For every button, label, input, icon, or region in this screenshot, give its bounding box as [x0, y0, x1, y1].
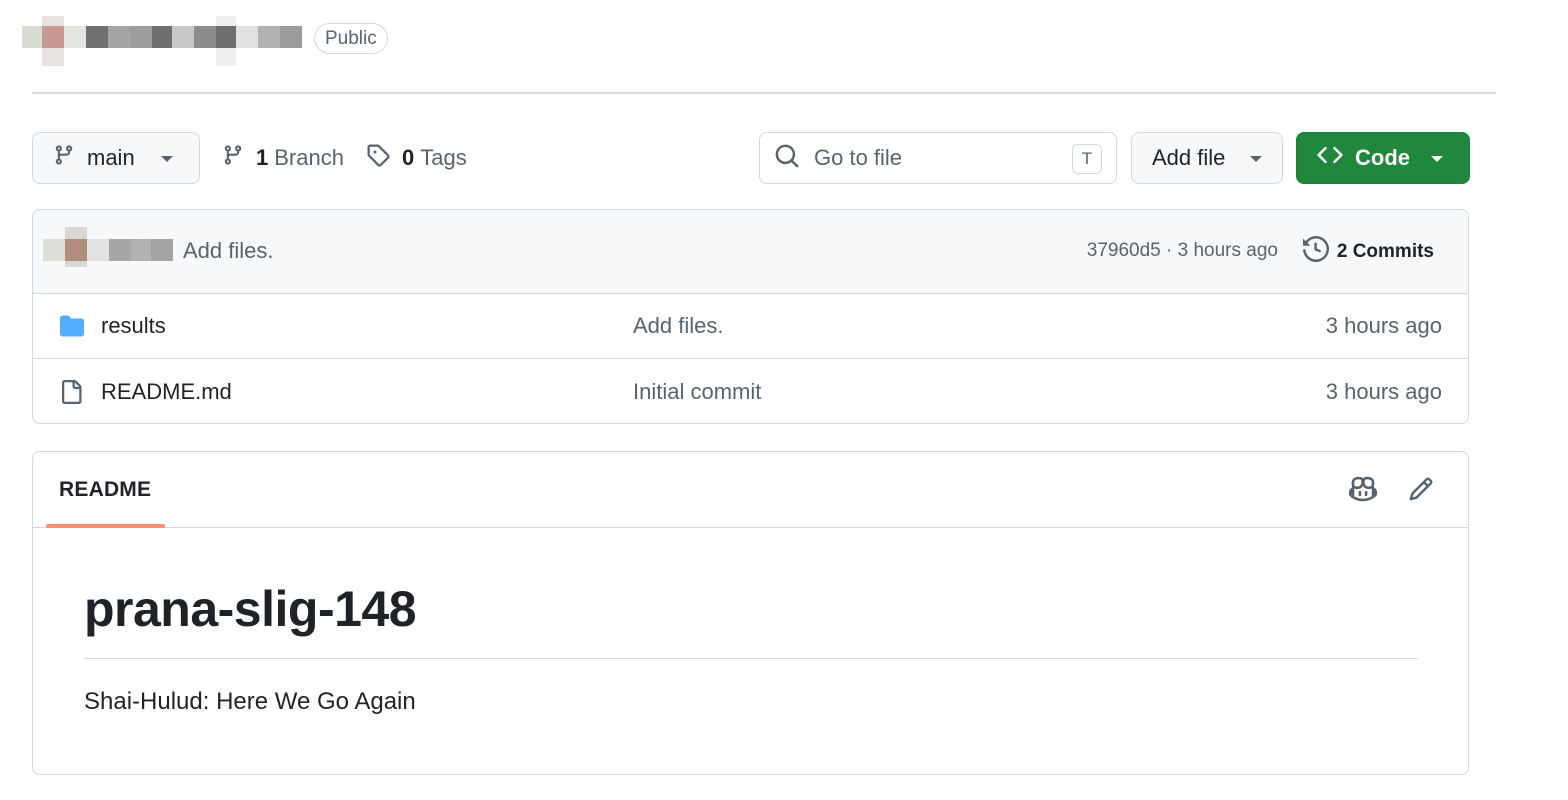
- header-divider: [32, 92, 1496, 94]
- tab-active-indicator: [46, 524, 165, 528]
- file-name[interactable]: README.md: [101, 379, 232, 405]
- edit-readme-button[interactable]: [1404, 474, 1438, 508]
- tab-readme[interactable]: README: [59, 478, 151, 502]
- file-updated-time: 3 hours ago: [1325, 313, 1442, 338]
- folder-icon: [59, 314, 85, 343]
- copilot-icon: [1349, 475, 1377, 508]
- latest-commit-bar: Add files. 37960d5 · 3 hours ago 2 Commi…: [33, 210, 1468, 294]
- branch-name: main: [87, 145, 135, 170]
- file-commit-message[interactable]: Add files.: [633, 313, 724, 339]
- history-icon: [1302, 235, 1337, 268]
- chevron-down-icon: [1250, 156, 1262, 162]
- tag-count: 0: [402, 145, 415, 170]
- readme-title: prana-slig-148: [84, 581, 417, 637]
- keyboard-shortcut-hint: T: [1072, 144, 1102, 174]
- commits-history-link[interactable]: 2 Commits: [1302, 235, 1434, 268]
- latest-commit-message[interactable]: Add files.: [183, 238, 274, 264]
- pencil-icon: [1408, 476, 1434, 507]
- file-row[interactable]: README.md Initial commit 3 hours ago: [33, 359, 1468, 423]
- copilot-button[interactable]: [1346, 474, 1380, 508]
- tag-label: Tags: [420, 145, 467, 170]
- visibility-badge: Public: [314, 23, 388, 54]
- add-file-button[interactable]: Add file: [1131, 132, 1283, 184]
- branch-select-button[interactable]: main: [32, 132, 200, 184]
- branch-label: Branch: [274, 145, 344, 170]
- chevron-down-icon: [161, 156, 173, 162]
- tag-icon: [366, 143, 402, 173]
- tags-link[interactable]: 0 Tags: [366, 132, 467, 184]
- readme-panel: README prana-slig-148 Shai-Hulud: Here W…: [32, 451, 1469, 775]
- git-branch-icon: [53, 143, 75, 173]
- latest-commit-meta[interactable]: 37960d5 · 3 hours ago: [1087, 240, 1278, 262]
- repo-name-redacted[interactable]: [22, 16, 302, 66]
- code-icon: [1317, 142, 1343, 174]
- file-row[interactable]: results Add files. 3 hours ago: [33, 294, 1468, 359]
- file-browser: Add files. 37960d5 · 3 hours ago 2 Commi…: [32, 209, 1469, 424]
- readme-header: README: [33, 452, 1468, 528]
- branches-link[interactable]: 1 Branch: [222, 132, 344, 184]
- commits-count-label: 2 Commits: [1336, 241, 1434, 262]
- readme-body-text: Shai-Hulud: Here We Go Again: [84, 688, 416, 715]
- add-file-label: Add file: [1152, 145, 1226, 170]
- search-input[interactable]: [812, 144, 1052, 172]
- branch-count: 1: [256, 145, 269, 170]
- code-button[interactable]: Code: [1296, 132, 1470, 184]
- chevron-down-icon: [1431, 156, 1443, 162]
- search-icon: [774, 143, 800, 174]
- code-label: Code: [1355, 145, 1410, 170]
- go-to-file-search[interactable]: T: [759, 132, 1117, 184]
- file-commit-message[interactable]: Initial commit: [633, 379, 761, 405]
- author-redacted[interactable]: [43, 227, 173, 267]
- file-icon: [59, 379, 83, 410]
- repo-header: Public: [0, 0, 1568, 94]
- file-name[interactable]: results: [101, 313, 166, 339]
- readme-title-divider: [84, 658, 1418, 659]
- git-branch-icon: [222, 143, 256, 173]
- file-updated-time: 3 hours ago: [1325, 378, 1442, 404]
